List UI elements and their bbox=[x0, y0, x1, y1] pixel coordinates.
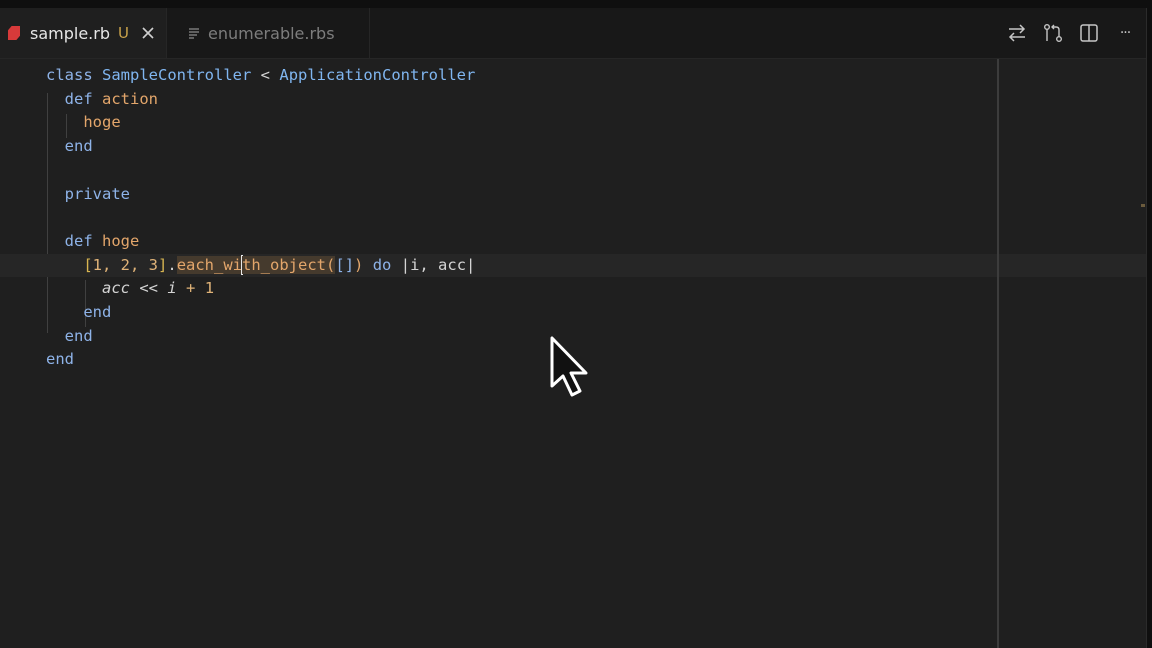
editor-actions: ··· bbox=[1006, 8, 1146, 58]
text-file-icon bbox=[188, 27, 200, 39]
tab-enumerable-rbs[interactable]: enumerable.rbs bbox=[168, 8, 370, 58]
code-line-13: end bbox=[46, 350, 74, 369]
more-actions-icon[interactable]: ··· bbox=[1114, 22, 1136, 44]
close-icon[interactable] bbox=[141, 26, 155, 40]
code-line-2: def action bbox=[64, 89, 159, 108]
tab-bar: sample.rb U enumerable.rbs ··· bbox=[0, 8, 1146, 59]
split-editor-icon[interactable] bbox=[1078, 22, 1100, 44]
tab-label: enumerable.rbs bbox=[208, 23, 335, 43]
code-line-4: end bbox=[64, 137, 93, 156]
editor-window: sample.rb U enumerable.rbs ··· class Sam… bbox=[0, 8, 1147, 648]
code-line-6: private bbox=[64, 184, 130, 203]
minimap-marker bbox=[1141, 204, 1145, 207]
code-line-1: class SampleController < ApplicationCont… bbox=[46, 66, 476, 84]
ruby-file-icon bbox=[8, 26, 20, 40]
untracked-badge: U bbox=[118, 24, 129, 42]
code-line-8: def hoge bbox=[64, 231, 140, 250]
code-line-12: end bbox=[64, 326, 93, 345]
current-line: [1, 2, 3].each_with_object([]) do |i, ac… bbox=[0, 253, 1146, 278]
code-line-3: hoge bbox=[83, 113, 121, 132]
editor-ruler bbox=[997, 59, 999, 648]
source-control-icon[interactable] bbox=[1042, 22, 1064, 44]
mouse-pointer-icon bbox=[550, 336, 590, 402]
tab-label: sample.rb bbox=[30, 23, 110, 43]
tab-sample-rb[interactable]: sample.rb U bbox=[0, 8, 167, 58]
code-line-11: end bbox=[83, 303, 112, 321]
compare-changes-icon[interactable] bbox=[1006, 22, 1028, 44]
code-line-10: acc << i + 1 bbox=[102, 279, 215, 298]
